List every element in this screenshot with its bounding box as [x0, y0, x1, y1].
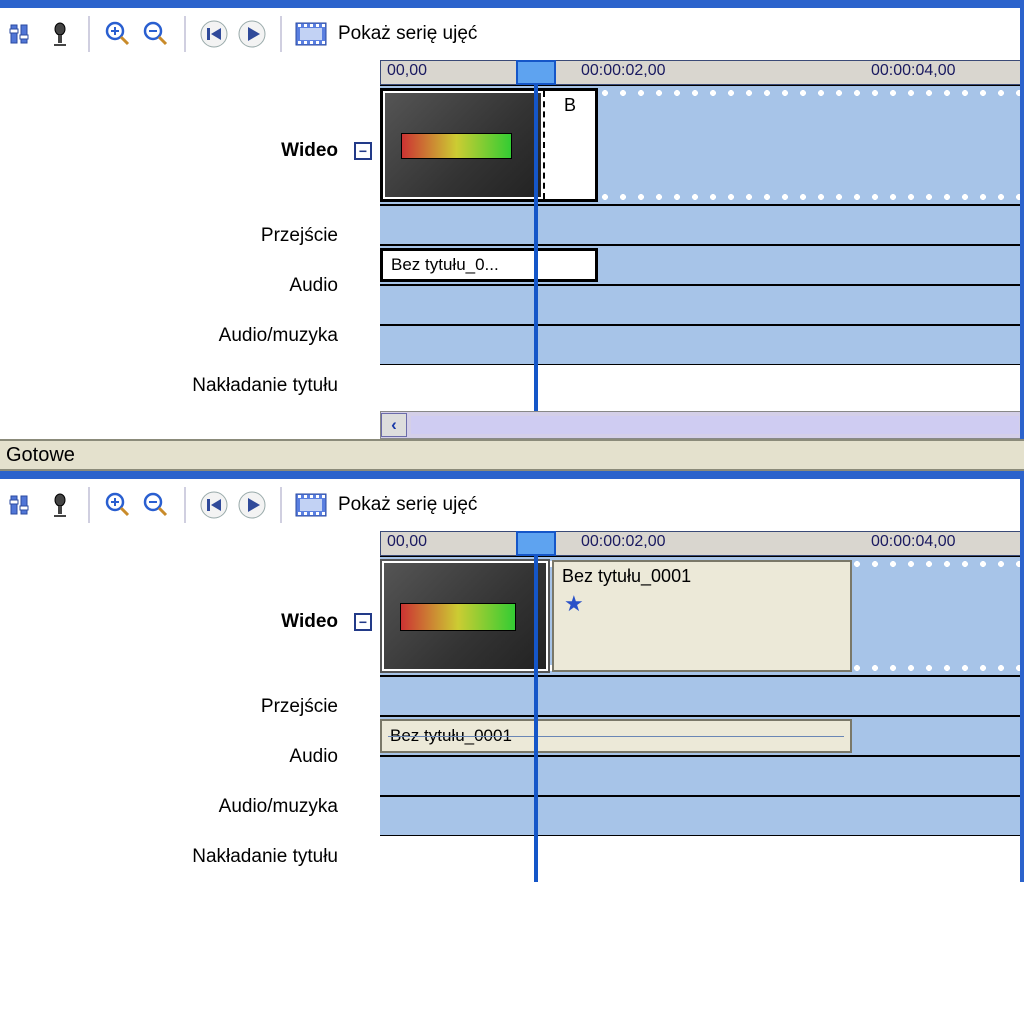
track-label-transition: Przejście	[0, 211, 380, 261]
zoom-in-icon[interactable]	[102, 489, 134, 521]
play-icon[interactable]	[236, 489, 268, 521]
collapse-video-button[interactable]: −	[354, 142, 372, 160]
microphone-icon[interactable]	[44, 489, 76, 521]
audio-clip[interactable]: Bez tytułu_0001	[380, 719, 852, 753]
video-clip[interactable]: B	[380, 88, 598, 202]
playhead-line[interactable]	[534, 85, 538, 411]
video-clip[interactable]	[380, 559, 550, 673]
track-label-audio: Audio	[0, 732, 380, 782]
track-label-titleoverlay: Nakładanie tytułu	[0, 832, 380, 882]
playhead-marker[interactable]	[516, 60, 556, 85]
clip-short-label: B	[543, 91, 595, 199]
zoom-out-icon[interactable]	[140, 18, 172, 50]
audiomusic-track[interactable]	[380, 285, 1024, 325]
track-label-titleoverlay: Nakładanie tytułu	[0, 361, 380, 411]
video-track[interactable]: Bez tytułu_0001 ★	[380, 556, 1024, 676]
audiomusic-track[interactable]	[380, 756, 1024, 796]
track-label-video: Wideo −	[0, 562, 380, 682]
rewind-icon[interactable]	[198, 18, 230, 50]
rewind-icon[interactable]	[198, 489, 230, 521]
zoom-in-icon[interactable]	[102, 18, 134, 50]
clip-name-label: Bez tytułu_0001	[554, 562, 850, 591]
show-storyboard-button[interactable]: Pokaż serię ujęć	[294, 490, 477, 520]
film-icon	[294, 19, 328, 49]
transition-track[interactable]	[380, 676, 1024, 716]
timeline-ruler[interactable]: 00,00 00:00:02,00 00:00:04,00	[380, 60, 1024, 85]
video-track[interactable]: B	[380, 85, 1024, 205]
ruler-time-1: 00:00:02,00	[581, 62, 666, 80]
timeline-ruler[interactable]: 00,00 00:00:02,00 00:00:04,00	[380, 531, 1024, 556]
toolbar: Pokaż serię ujęć	[0, 8, 1024, 60]
track-label-audio: Audio	[0, 261, 380, 311]
track-label-audiomusic: Audio/muzyka	[0, 311, 380, 361]
ruler-time-1: 00:00:02,00	[581, 533, 666, 551]
playhead-line[interactable]	[534, 556, 538, 882]
track-label-video: Wideo −	[0, 91, 380, 211]
microphone-icon[interactable]	[44, 18, 76, 50]
star-icon: ★	[564, 591, 850, 617]
track-label-transition: Przejście	[0, 682, 380, 732]
titleoverlay-track[interactable]	[380, 325, 1024, 365]
toolbar: Pokaż serię ujęć	[0, 479, 1024, 531]
transition-track[interactable]	[380, 205, 1024, 245]
audio-track[interactable]: Bez tytułu_0...	[380, 245, 1024, 285]
playhead-marker[interactable]	[516, 531, 556, 556]
status-text: Gotowe	[6, 444, 75, 467]
titleoverlay-track[interactable]	[380, 796, 1024, 836]
horizontal-scrollbar[interactable]: ‹	[380, 411, 1024, 439]
ruler-time-0: 00,00	[387, 62, 427, 80]
track-label-audiomusic: Audio/muzyka	[0, 782, 380, 832]
show-storyboard-button[interactable]: Pokaż serię ujęć	[294, 19, 477, 49]
clip-thumbnail	[385, 93, 541, 197]
film-icon	[294, 490, 328, 520]
video-clip-tooltip[interactable]: Bez tytułu_0001 ★	[552, 560, 852, 672]
ruler-time-2: 00:00:04,00	[871, 533, 956, 551]
levels-icon[interactable]	[6, 18, 38, 50]
show-storyboard-label: Pokaż serię ujęć	[338, 494, 477, 516]
levels-icon[interactable]	[6, 489, 38, 521]
scroll-thumb[interactable]	[411, 416, 1019, 434]
scroll-left-icon[interactable]: ‹	[381, 413, 407, 437]
status-bar: Gotowe	[0, 439, 1024, 471]
audio-clip-label: Bez tytułu_0...	[391, 255, 499, 275]
audio-clip[interactable]: Bez tytułu_0...	[380, 248, 598, 282]
ruler-time-0: 00,00	[387, 533, 427, 551]
clip-thumbnail	[384, 563, 546, 669]
collapse-video-button[interactable]: −	[354, 613, 372, 631]
zoom-out-icon[interactable]	[140, 489, 172, 521]
show-storyboard-label: Pokaż serię ujęć	[338, 23, 477, 45]
audio-track[interactable]: Bez tytułu_0001	[380, 716, 1024, 756]
play-icon[interactable]	[236, 18, 268, 50]
ruler-time-2: 00:00:04,00	[871, 62, 956, 80]
